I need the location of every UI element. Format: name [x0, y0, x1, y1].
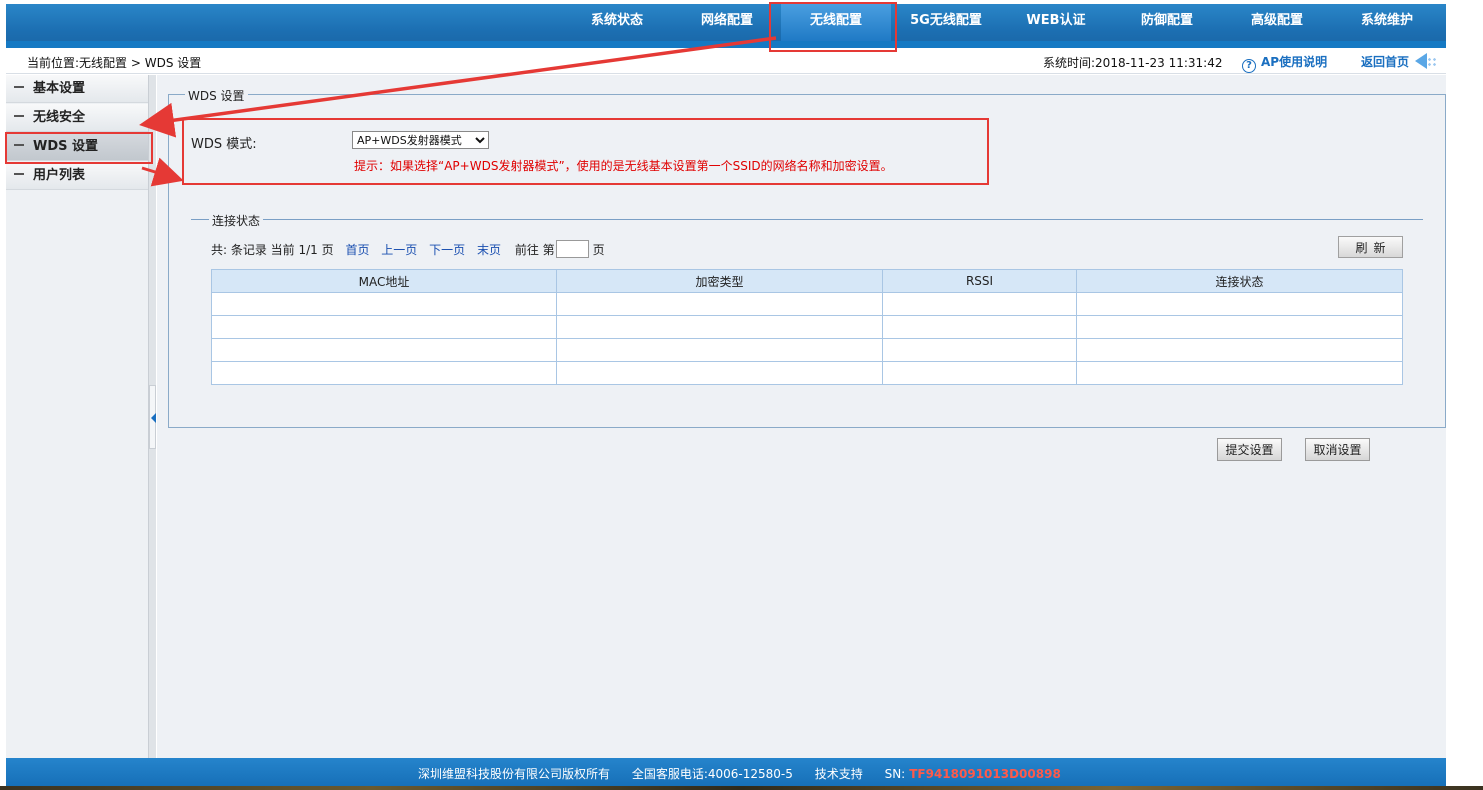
column-mac-address: MAC地址	[211, 269, 557, 293]
sidebar-item-label: WDS 设置	[33, 139, 99, 154]
refresh-button[interactable]: 刷新	[1338, 236, 1403, 258]
nav-system-status[interactable]: 系统状态	[576, 4, 658, 41]
footer-sn-value: TF9418091013D00898	[909, 767, 1061, 781]
pager-goto-suffix: 页	[592, 243, 605, 257]
footer-company: 深圳维盟科技股份有限公司版权所有	[418, 767, 611, 781]
footer: 深圳维盟科技股份有限公司版权所有 全国客服电话:4006-12580-5 技术支…	[6, 758, 1446, 786]
home-link[interactable]: 返回首页	[1361, 53, 1438, 70]
submit-settings-button[interactable]: 提交设置	[1217, 438, 1282, 461]
breadcrumb: 当前位置:无线配置 > WDS 设置	[27, 56, 202, 70]
table-cell	[556, 292, 883, 316]
sidebar-item-user-list[interactable]: 用户列表	[6, 162, 148, 190]
help-link[interactable]: ? AP使用说明	[1242, 53, 1327, 73]
footer-sn-label: SN:	[884, 767, 906, 781]
nav-5g-wireless-config[interactable]: 5G无线配置	[901, 4, 991, 41]
table-header-row: MAC地址 加密类型 RSSI 连接状态	[211, 269, 1403, 293]
sidebar: 基本设置 无线安全 WDS 设置 用户列表	[6, 75, 148, 758]
column-connection-status: 连接状态	[1076, 269, 1403, 293]
connection-status-legend: 连接状态	[209, 212, 264, 229]
table-row	[211, 315, 1403, 339]
table-cell	[211, 338, 557, 362]
wds-mode-hint: 提示：如果选择“AP+WDS发射器模式”，使用的是无线基本设置第一个SSID的网…	[354, 159, 893, 173]
sidebar-item-basic-settings[interactable]: 基本设置	[6, 75, 148, 103]
cancel-settings-button[interactable]: 取消设置	[1305, 438, 1370, 461]
footer-hotline: 全国客服电话:4006-12580-5	[631, 767, 793, 781]
nav-defense-config[interactable]: 防御配置	[1126, 4, 1208, 41]
table-row	[211, 361, 1403, 385]
collapse-left-icon	[151, 413, 156, 423]
collapse-sidebar-handle[interactable]	[149, 385, 156, 449]
column-rssi: RSSI	[882, 269, 1077, 293]
dash-icon	[14, 115, 24, 117]
desktop-background-strip	[0, 786, 1483, 790]
back-arrow-icon	[1415, 53, 1428, 69]
table-cell	[882, 338, 1077, 362]
nav-wireless-config[interactable]: 无线配置	[781, 4, 891, 41]
system-time: 系统时间:2018-11-23 11:31:42	[1043, 56, 1223, 70]
sidebar-item-wds-settings[interactable]: WDS 设置	[6, 133, 148, 161]
pager-goto-prefix: 前往 第	[514, 243, 555, 257]
table-cell	[1076, 315, 1403, 339]
pager: 共: 条记录 当前 1/1 页 首页 上一页 下一页 末页 前往 第 页	[211, 240, 605, 258]
table-cell	[211, 361, 557, 385]
table-cell	[211, 292, 557, 316]
pager-first-link[interactable]: 首页	[345, 243, 369, 257]
sidebar-item-label: 基本设置	[33, 81, 86, 96]
connection-table-body	[211, 292, 1403, 385]
table-cell	[1076, 292, 1403, 316]
home-link-label: 返回首页	[1361, 55, 1410, 69]
table-cell	[1076, 361, 1403, 385]
wds-mode-label: WDS 模式:	[191, 137, 257, 152]
main-content: WDS 设置 WDS 模式: AP+WDS发射器模式 提示：如果选择“AP+WD…	[157, 75, 1446, 758]
nav-advanced-config[interactable]: 高级配置	[1236, 4, 1318, 41]
sidebar-item-label: 用户列表	[33, 168, 86, 183]
table-cell	[211, 315, 557, 339]
pager-last-link[interactable]: 末页	[477, 243, 501, 257]
wds-mode-select[interactable]: AP+WDS发射器模式	[352, 131, 489, 149]
help-icon: ?	[1242, 59, 1256, 73]
nav-network-config[interactable]: 网络配置	[686, 4, 768, 41]
footer-support-link[interactable]: 技术支持	[815, 767, 863, 781]
wds-settings-panel: WDS 设置 WDS 模式: AP+WDS发射器模式 提示：如果选择“AP+WD…	[168, 87, 1446, 428]
dash-icon	[14, 144, 24, 146]
breadcrumb-bar: 当前位置:无线配置 > WDS 设置 系统时间:2018-11-23 11:31…	[6, 48, 1446, 74]
connection-table: MAC地址 加密类型 RSSI 连接状态	[211, 269, 1403, 385]
pager-next-link[interactable]: 下一页	[429, 243, 465, 257]
table-cell	[556, 361, 883, 385]
column-encryption-type: 加密类型	[556, 269, 883, 293]
sidebar-item-wireless-security[interactable]: 无线安全	[6, 104, 148, 132]
table-cell	[556, 338, 883, 362]
top-nav-underline	[6, 41, 1446, 48]
table-cell	[556, 315, 883, 339]
nav-web-auth[interactable]: WEB认证	[1014, 4, 1098, 41]
top-nav-bar: 系统状态 网络配置 无线配置 5G无线配置 WEB认证 防御配置 高级配置 系统…	[6, 4, 1446, 48]
table-row	[211, 338, 1403, 362]
pager-summary: 共: 条记录 当前 1/1 页	[211, 243, 334, 257]
sidebar-splitter[interactable]	[148, 75, 156, 758]
help-link-label: AP使用说明	[1261, 55, 1328, 69]
dash-icon	[14, 86, 24, 88]
wds-panel-legend: WDS 设置	[185, 87, 248, 104]
sidebar-item-label: 无线安全	[33, 110, 86, 125]
dash-icon	[14, 173, 24, 175]
nav-system-maintenance[interactable]: 系统维护	[1346, 4, 1428, 41]
page-number-input[interactable]	[555, 240, 589, 258]
table-cell	[882, 361, 1077, 385]
table-cell	[1076, 338, 1403, 362]
dots-icon	[1427, 57, 1438, 67]
pager-prev-link[interactable]: 上一页	[381, 243, 417, 257]
table-row	[211, 292, 1403, 316]
table-cell	[882, 315, 1077, 339]
table-cell	[882, 292, 1077, 316]
connection-divider	[191, 219, 1423, 220]
